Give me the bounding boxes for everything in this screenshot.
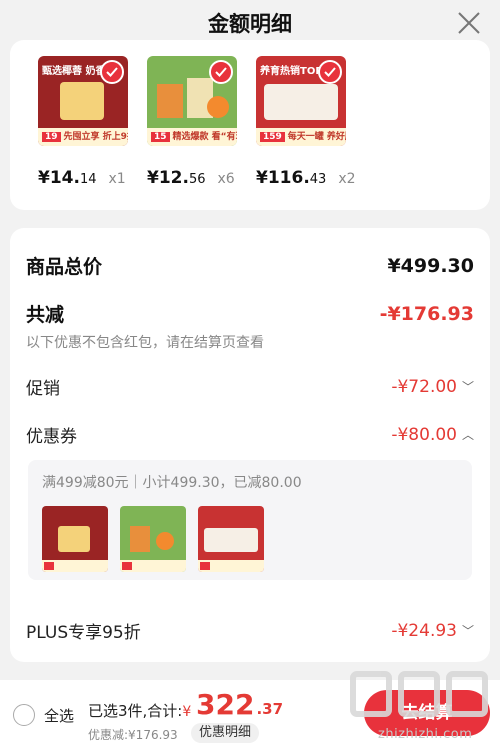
watermark-text: zhizhizhi.com [378,727,473,742]
coupon-value: -¥80.00 [391,424,457,445]
coupon-product-thumb [198,506,264,572]
promo-label: 促销 [26,379,60,399]
discount-detail-button[interactable]: 优惠明细 [191,723,260,743]
product-image-2[interactable]: 15精选爆款 看“有现货” [147,56,237,146]
coupon-row[interactable]: 优惠券 -¥80.00 ︿ [26,422,474,448]
product-price-3: ¥116.43 x2 [256,168,356,188]
checked-icon [318,60,342,84]
total-value: ¥499.30 [387,254,474,277]
product-image-1[interactable]: 甄选椰蓉 奶香 19先囤立享 折上9折 [38,56,128,146]
chevron-down-icon: ﹀ [461,380,474,394]
watermark-logo-icon [350,671,488,717]
reduce-value: -¥176.93 [379,302,474,325]
products-card: 甄选椰蓉 奶香 19先囤立享 折上9折 15精选爆款 看“有现货” 养育热销TO… [10,40,490,210]
promo-value: -¥72.00 [391,376,457,397]
checked-icon [209,60,233,84]
promo-row[interactable]: 促销 -¥72.00 ﹀ [26,374,474,400]
chevron-down-icon: ﹀ [461,624,474,638]
product-price-2: ¥12.56 x6 [147,168,235,188]
coupon-product-thumb [120,506,186,572]
product-qty: x2 [338,171,356,187]
discount-note: 以下优惠不包含红包，请在结算页查看 [26,335,264,351]
coupon-product-thumb [42,506,108,572]
checked-icon [100,60,124,84]
plus-row[interactable]: PLUS专享95折 -¥24.93 ﹀ [26,618,474,644]
discount-summary: 优惠减:¥176.93 [88,728,178,742]
close-icon[interactable] [456,10,482,36]
product-name: 甄选椰蓉 奶香 [42,66,106,77]
total-row: 商品总价 ¥499.30 [26,252,474,279]
reduce-label: 共减 [26,304,65,326]
total-amount: 322.37 [196,688,284,721]
total-label: 商品总价 [26,256,103,278]
plus-value: -¥24.93 [391,620,457,641]
plus-label: PLUS专享95折 [26,623,141,643]
product-qty: x1 [108,171,126,187]
page-title: 金额明细 [208,12,292,36]
product-image-3[interactable]: 养育热销TOP1 159每天一罐 养好脾胃 [256,56,346,146]
select-all-label[interactable]: 全选 [44,705,74,726]
chevron-up-icon: ︿ [461,428,474,442]
select-all-radio[interactable] [13,704,35,726]
reduce-row: 共减 -¥176.93 [26,300,474,327]
coupon-detail-panel: 满499减80元｜小计499.30，已减80.00 [28,460,472,580]
selected-summary: 已选3件,合计:¥ [88,702,192,720]
product-qty: x6 [217,171,235,187]
coupon-label: 优惠券 [26,427,77,447]
price-summary-card: 商品总价 ¥499.30 共减 -¥176.93 以下优惠不包含红包，请在结算页… [10,228,490,662]
coupon-detail-text: 满499减80元｜小计499.30，已减80.00 [42,475,302,491]
product-price-1: ¥14.14 x1 [38,168,126,188]
